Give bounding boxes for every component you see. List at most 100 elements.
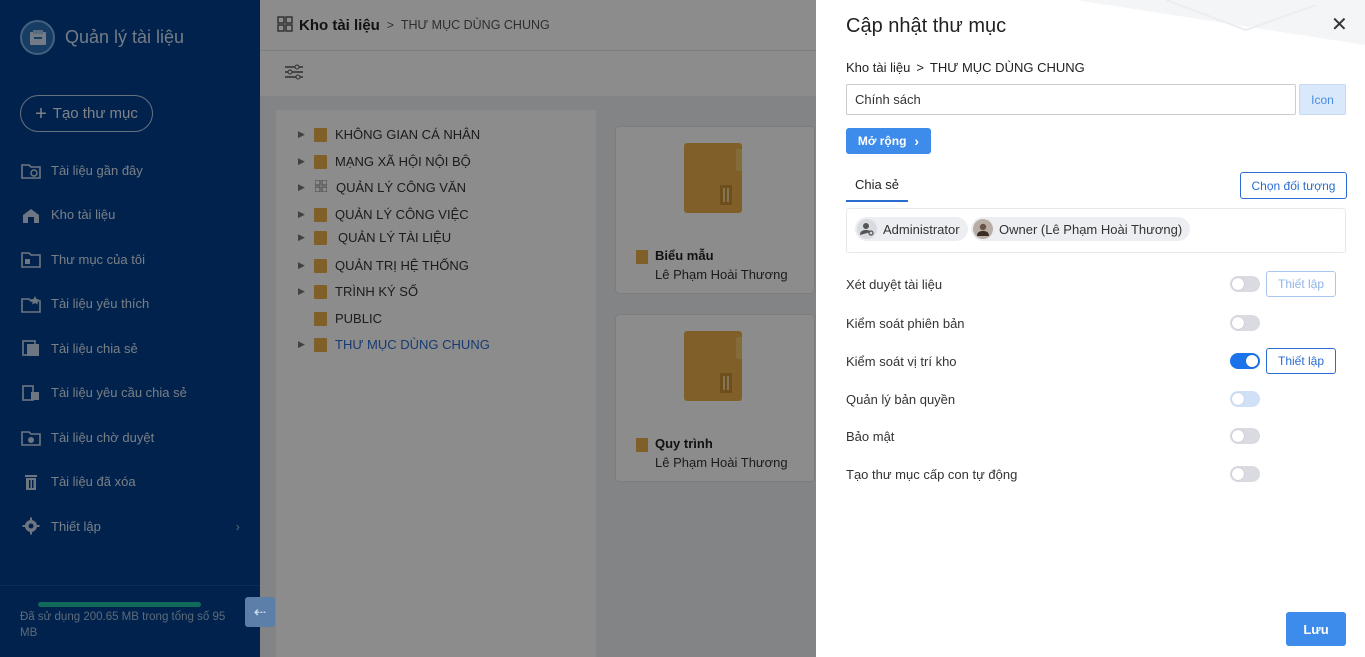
folder-card-name: Quy trình: [655, 436, 713, 451]
expand-arrow-icon[interactable]: ▶: [298, 209, 314, 220]
folder-card-owner: Lê Phạm Hoài Thương: [655, 267, 788, 282]
plus-icon: +: [35, 102, 47, 125]
setting-label: Xét duyệt tài liệu: [846, 276, 943, 292]
sidebar-item-favorites[interactable]: Tài liệu yêu thích: [0, 282, 260, 327]
app-title: Quản lý tài liệu: [65, 27, 185, 47]
setting-auto-subfolder: Tạo thư mục cấp con tự động: [846, 461, 1346, 487]
tree-item[interactable]: ▶ QUẢN LÝ CÔNG VIỆC: [298, 207, 469, 222]
avatar: [973, 219, 993, 239]
chevron-right-icon: ›: [914, 133, 920, 149]
sidebar-item-deleted[interactable]: Tài liệu đã xóa: [0, 460, 260, 505]
setting-label: Kiểm soát phiên bản: [846, 315, 965, 331]
close-icon[interactable]: ✕: [1331, 12, 1348, 37]
filter-sliders-icon[interactable]: [284, 63, 304, 84]
shared-docs-icon: [20, 337, 42, 359]
share-chip[interactable]: Administrator: [855, 217, 968, 241]
folder-icon: [684, 143, 742, 213]
tree-item[interactable]: ▶ MẠNG XÃ HỘI NỘI BỘ: [298, 154, 471, 169]
tree-item[interactable]: ▶ QUẢN LÝ CÔNG VĂN: [298, 179, 466, 195]
toggle-switch[interactable]: [1230, 428, 1260, 444]
folder-card[interactable]: Biểu mẫu Lê Phạm Hoài Thương: [615, 126, 815, 294]
setting-label: Kiểm soát vị trí kho: [846, 353, 957, 369]
chevron-right-icon: ›: [235, 518, 240, 534]
toggle-switch[interactable]: [1230, 466, 1260, 482]
brand[interactable]: Quản lý tài liệu: [20, 20, 184, 55]
tree-item-label: QUẢN LÝ TÀI LIỆU: [338, 230, 452, 245]
share-list: Administrator Owner (Lê Phạm Hoài Thương…: [846, 208, 1346, 253]
breadcrumb-root[interactable]: Kho tài liệu: [846, 60, 910, 75]
tab-share[interactable]: Chia sẻ: [846, 172, 908, 202]
sidebar: Quản lý tài liệu + Tạo thư mục Tài liệu …: [0, 0, 260, 657]
folder-icon: [314, 337, 327, 352]
sidebar-item-shared[interactable]: Tài liệu chia sẻ: [0, 326, 260, 371]
expand-arrow-icon[interactable]: ▶: [298, 286, 314, 297]
grid-icon: [314, 179, 328, 195]
tree-item-label: QUẢN LÝ CÔNG VIỆC: [335, 207, 469, 222]
trash-icon: [20, 471, 42, 493]
sidebar-item-my-folder[interactable]: Thư mục của tôi: [0, 237, 260, 282]
folder-card-owner: Lê Phạm Hoài Thương: [655, 455, 788, 470]
grid-icon: [277, 15, 293, 35]
folder-name-input[interactable]: [846, 84, 1296, 115]
expand-arrow-icon[interactable]: ▶: [298, 182, 314, 193]
tree-item[interactable]: ▶ KHÔNG GIAN CÁ NHÂN: [298, 127, 480, 142]
expand-arrow-icon[interactable]: ▶: [298, 129, 314, 140]
share-request-icon: [20, 382, 42, 404]
sidebar-item-label: Tài liệu chia sẻ: [51, 340, 138, 356]
sidebar-item-pending[interactable]: Tài liệu chờ duyệt: [0, 415, 260, 460]
sidebar-item-settings[interactable]: Thiết lập ›: [0, 504, 260, 549]
choose-icon-button[interactable]: Icon: [1299, 84, 1346, 115]
user-gear-icon: [857, 219, 877, 239]
expand-arrow-icon[interactable]: ▶: [298, 156, 314, 167]
sidebar-item-label: Tài liệu yêu cầu chia sẻ: [51, 385, 187, 401]
setting-security: Bảo mật: [846, 423, 1346, 449]
breadcrumb-current: THƯ MỤC DÙNG CHUNG: [400, 18, 550, 32]
sidebar-item-label: Kho tài liệu: [51, 207, 116, 223]
sidebar-item-share-requests[interactable]: Tài liệu yêu cầu chia sẻ: [0, 371, 260, 416]
folder-icon: [314, 207, 327, 222]
setting-label: Quản lý bản quyền: [846, 391, 956, 407]
choose-recipients-button[interactable]: Chọn đối tượng: [1240, 172, 1347, 199]
tree-item[interactable]: PUBLIC: [298, 311, 382, 326]
folder-card[interactable]: Quy trình Lê Phạm Hoài Thương: [615, 314, 815, 482]
sidebar-item-label: Thiết lập: [51, 518, 101, 534]
tree-item-label: QUẢN TRỊ HỆ THỐNG: [335, 258, 469, 273]
drawer-breadcrumb: Kho tài liệu > THƯ MỤC DÙNG CHUNG: [846, 60, 1085, 75]
sidebar-item-recent[interactable]: Tài liệu gần đây: [0, 148, 260, 193]
expand-arrow-icon[interactable]: ▶: [298, 232, 314, 243]
tree-item[interactable]: ▶ QUẢN LÝ TÀI LIỆU: [298, 230, 451, 245]
share-chip[interactable]: Owner (Lê Phạm Hoài Thương): [971, 217, 1191, 241]
storage-progress-fill: [38, 602, 201, 607]
toggle-switch[interactable]: [1230, 353, 1260, 369]
expand-arrow-icon[interactable]: ▶: [298, 260, 314, 271]
expand-arrow-icon[interactable]: ▶: [298, 339, 314, 350]
breadcrumb-root[interactable]: Kho tài liệu: [299, 17, 380, 34]
tree-item[interactable]: ▶ QUẢN TRỊ HỆ THỐNG: [298, 258, 469, 273]
tree-item-active[interactable]: ▶ THƯ MỤC DÙNG CHUNG: [298, 337, 490, 352]
new-folder-button[interactable]: + Tạo thư mục: [20, 95, 153, 132]
setting-version-control: Kiểm soát phiên bản: [846, 310, 1346, 336]
sidebar-item-label: Tài liệu yêu thích: [51, 296, 150, 312]
sidebar-item-repository[interactable]: Kho tài liệu: [0, 193, 260, 238]
tree-item[interactable]: ▶ TRÌNH KÝ SỐ: [298, 284, 418, 299]
folder-card-name: Biểu mẫu: [655, 248, 714, 263]
storage-text: Đã sử dụng 200.65 MB trong tổng số 95 MB: [20, 611, 226, 639]
toggle-switch[interactable]: [1230, 315, 1260, 331]
setting-storage-location-control: Kiểm soát vị trí kho Thiết lập: [846, 348, 1346, 374]
setting-document-approval: Xét duyệt tài liệu Thiết lập: [846, 271, 1346, 297]
collapse-sidebar-button[interactable]: ⇠: [245, 597, 275, 627]
breadcrumb: Kho tài liệu > THƯ MỤC DÙNG CHUNG: [260, 0, 816, 51]
my-folder-icon: [20, 248, 42, 270]
toggle-switch[interactable]: [1230, 391, 1260, 407]
expand-button[interactable]: Mở rộng ›: [846, 128, 931, 154]
expand-label: Mở rộng: [857, 134, 907, 148]
toggle-switch[interactable]: [1230, 276, 1260, 292]
chevron-right-icon: >: [386, 18, 394, 32]
main-content: Kho tài liệu > THƯ MỤC DÙNG CHUNG ▶ KHÔNG…: [260, 0, 816, 657]
setup-button[interactable]: Thiết lập: [1266, 271, 1336, 297]
chevron-right-icon: >: [916, 60, 924, 75]
save-button[interactable]: Lưu: [1286, 612, 1346, 646]
setup-button[interactable]: Thiết lập: [1266, 348, 1336, 374]
setting-copyright-management: Quản lý bản quyền: [846, 386, 1346, 412]
update-folder-drawer: Cập nhật thư mục ✕ Kho tài liệu > THƯ MỤ…: [816, 0, 1365, 657]
